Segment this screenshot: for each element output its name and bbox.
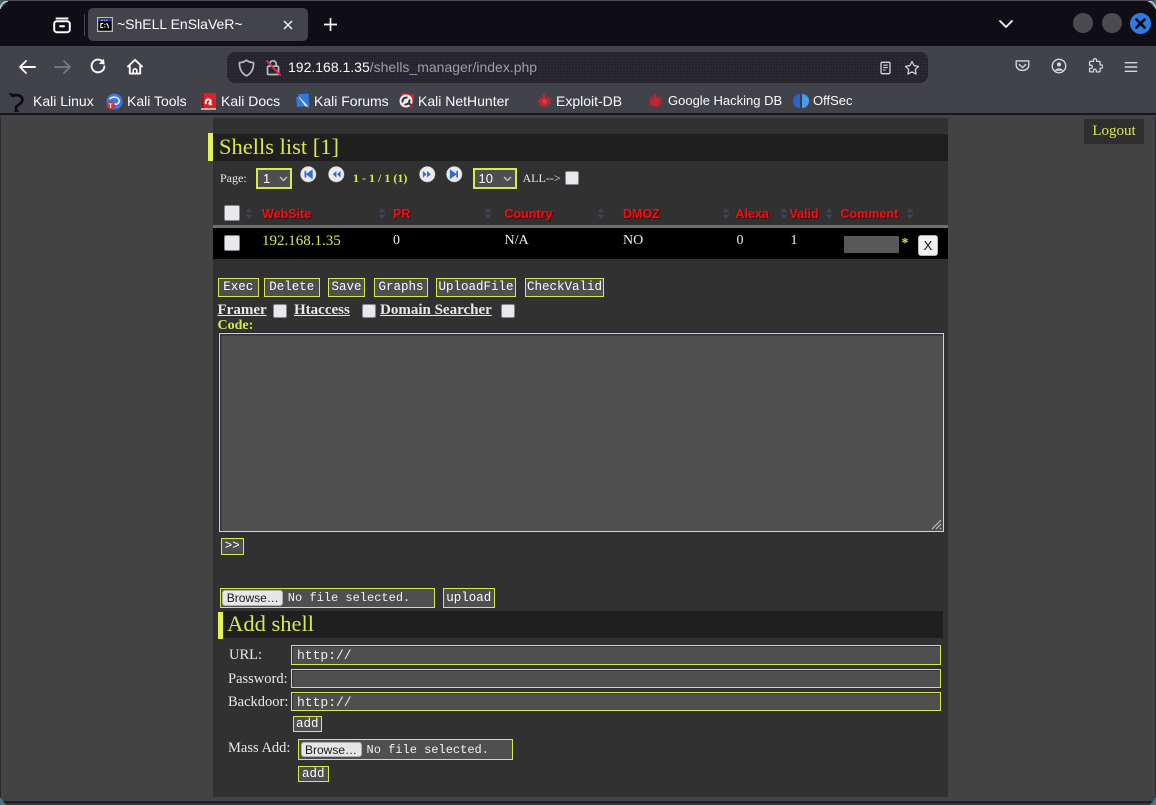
svg-text:T: T	[109, 103, 113, 110]
